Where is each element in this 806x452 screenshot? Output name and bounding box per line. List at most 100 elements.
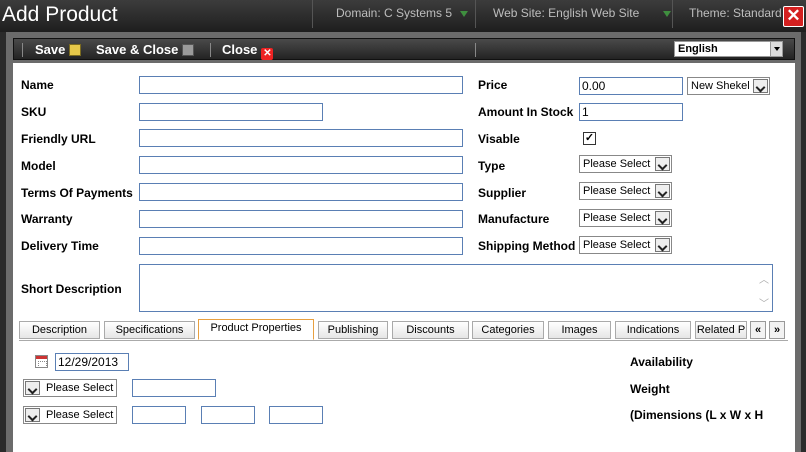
visable-checkbox[interactable]: ✓ — [583, 132, 596, 145]
save-close-icon — [182, 44, 195, 56]
height-input[interactable] — [269, 406, 323, 424]
website-label: Web Site: English Web Site — [493, 6, 640, 20]
calendar-icon[interactable] — [35, 355, 48, 368]
warranty-label: Warranty — [21, 212, 73, 226]
chevron-down-icon — [25, 381, 40, 395]
theme-selector[interactable]: Theme: Standard — [689, 6, 782, 20]
type-select[interactable]: Please Select — [579, 155, 672, 173]
chevron-down-icon — [655, 184, 670, 198]
warranty-input[interactable] — [139, 210, 463, 228]
close-label: Close — [222, 42, 258, 57]
type-label: Type — [478, 159, 506, 173]
currency-value: New Shekel — [691, 80, 750, 92]
name-input[interactable] — [139, 76, 463, 94]
chevron-down-icon — [753, 79, 768, 93]
save-label: Save — [35, 42, 66, 57]
form-panel — [13, 63, 795, 452]
scroll-up-icon[interactable]: ︿ — [758, 271, 770, 286]
weight-input[interactable] — [132, 379, 216, 397]
divider — [22, 43, 23, 57]
model-input[interactable] — [139, 156, 463, 174]
domain-label: Domain: C Systems 5 — [336, 6, 453, 20]
divider — [210, 43, 211, 57]
terms-label: Terms Of Payments — [21, 186, 133, 200]
sku-input[interactable] — [139, 103, 323, 121]
divider — [475, 43, 476, 57]
language-select[interactable]: English — [674, 41, 783, 57]
tab-categories[interactable]: Categories — [472, 321, 544, 339]
amount-in-stock-input[interactable]: 1 — [579, 103, 683, 121]
divider — [312, 0, 313, 28]
chevron-down-icon — [655, 211, 670, 225]
name-label: Name — [21, 78, 54, 92]
tab-prev-button[interactable]: « — [750, 321, 766, 339]
scroll-down-icon[interactable]: ﹀ — [758, 295, 770, 310]
language-value: English — [678, 43, 718, 55]
chevron-down-icon — [460, 10, 469, 17]
theme-label: Theme: Standard — [689, 6, 782, 20]
website-selector[interactable]: Web Site: English Web Site — [493, 6, 672, 20]
close-icon: ✕ — [261, 48, 274, 60]
amount-in-stock-label: Amount In Stock — [478, 105, 574, 119]
manufacture-label: Manufacture — [478, 212, 550, 226]
price-input[interactable]: 0.00 — [579, 77, 683, 95]
tab-specifications[interactable]: Specifications — [104, 321, 195, 339]
supplier-value: Please Select — [583, 185, 651, 197]
visable-label: Visable — [478, 132, 520, 146]
save-close-label: Save & Close — [96, 42, 179, 57]
availability-date-input[interactable]: 12/29/2013 — [55, 353, 129, 371]
tab-product-properties[interactable]: Product Properties — [198, 319, 314, 340]
weight-unit-select[interactable]: Please Select — [23, 379, 117, 397]
tab-related-products[interactable]: Related P — [695, 321, 747, 339]
manufacture-value: Please Select — [583, 212, 651, 224]
domain-selector[interactable]: Domain: C Systems 5 — [336, 6, 469, 20]
type-value: Please Select — [583, 158, 651, 170]
price-label: Price — [478, 78, 508, 92]
divider — [672, 0, 673, 28]
window-title: Add Product — [2, 3, 118, 26]
close-button[interactable]: Close ✕ — [222, 42, 274, 60]
tab-description[interactable]: Description — [19, 321, 100, 339]
delivery-time-label: Delivery Time — [21, 239, 99, 253]
chevron-down-icon — [655, 157, 670, 171]
weight-label: Weight — [630, 382, 670, 396]
supplier-label: Supplier — [478, 186, 527, 200]
save-button[interactable]: Save — [35, 42, 82, 57]
dimensions-unit-value: Please Select — [46, 409, 114, 421]
tab-discounts[interactable]: Discounts — [392, 321, 469, 339]
shipping-method-select[interactable]: Please Select — [579, 236, 672, 254]
shipping-method-label: Shipping Method — [478, 239, 576, 253]
tab-strip: Description Specifications Product Prope… — [19, 319, 789, 341]
chevron-down-icon — [663, 10, 672, 17]
tab-publishing[interactable]: Publishing — [318, 321, 388, 339]
sku-label: SKU — [21, 105, 47, 119]
divider — [475, 0, 476, 28]
friendly-url-label: Friendly URL — [21, 132, 96, 146]
short-description-textarea[interactable]: ︿ ﹀ — [139, 264, 773, 312]
close-window-button[interactable]: ✕ — [783, 6, 804, 27]
width-input[interactable] — [201, 406, 255, 424]
manufacture-select[interactable]: Please Select — [579, 209, 672, 227]
dimensions-label: (Dimensions (L x W x H — [630, 408, 764, 422]
shipping-method-value: Please Select — [583, 239, 651, 251]
dimensions-unit-select[interactable]: Please Select — [23, 406, 117, 424]
weight-unit-value: Please Select — [46, 382, 114, 394]
chevron-down-icon — [655, 238, 670, 252]
save-close-button[interactable]: Save & Close — [96, 42, 195, 57]
model-label: Model — [21, 159, 56, 173]
tab-images[interactable]: Images — [548, 321, 611, 339]
terms-input[interactable] — [139, 183, 463, 201]
chevron-down-icon — [25, 408, 40, 422]
currency-select[interactable]: New Shekel — [687, 77, 770, 95]
length-input[interactable] — [132, 406, 186, 424]
save-icon — [69, 44, 82, 56]
short-description-label: Short Description — [21, 282, 122, 296]
close-icon: ✕ — [786, 6, 801, 25]
friendly-url-input[interactable] — [139, 129, 463, 147]
tab-indications[interactable]: Indications — [615, 321, 691, 339]
delivery-time-input[interactable] — [139, 237, 463, 255]
supplier-select[interactable]: Please Select — [579, 182, 672, 200]
availability-label: Availability — [630, 355, 693, 369]
tab-next-button[interactable]: » — [769, 321, 785, 339]
chevron-down-icon — [770, 42, 782, 56]
